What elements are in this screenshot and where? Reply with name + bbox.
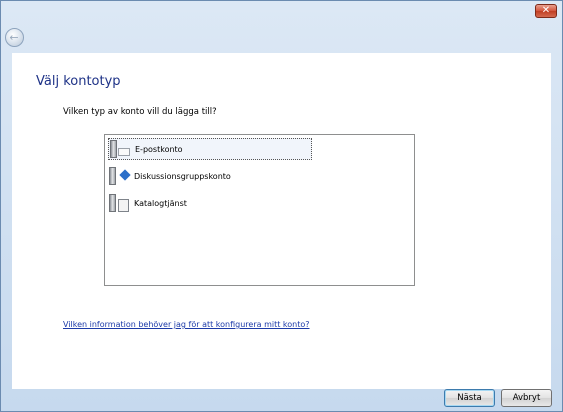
directory-service-icon [108,193,130,213]
close-icon: ✕ [541,5,551,16]
title-bar: ← ✕ [1,1,562,53]
list-item-newsgroup-account[interactable]: Diskussionsgruppskonto [108,165,231,187]
list-item-label: Katalogtjänst [134,198,187,208]
add-account-wizard-window: ← ✕ Välj kontotyp Vilken typ av konto vi… [0,0,563,412]
account-type-list[interactable]: E-postkonto Diskussionsgruppskonto Katal… [104,134,415,286]
email-account-icon [109,139,131,159]
list-item-label: E-postkonto [135,144,183,154]
page-title: Välj kontotyp [36,74,121,89]
account-type-question: Vilken typ av konto vill du lägga till? [63,107,217,117]
cancel-button[interactable]: Avbryt [501,389,552,407]
back-arrow-icon: ← [9,31,19,44]
list-item-label: Diskussionsgruppskonto [134,171,231,181]
button-bar: Nästa Avbryt [1,389,562,411]
help-link[interactable]: Vilken information behöver jag för att k… [63,320,310,329]
wizard-content: Välj kontotyp Vilken typ av konto vill d… [12,53,551,389]
close-button[interactable]: ✕ [535,4,557,18]
next-button[interactable]: Nästa [444,389,495,407]
newsgroup-account-icon [108,166,131,186]
back-button[interactable]: ← [5,28,24,47]
list-item-email-account[interactable]: E-postkonto [108,138,312,160]
list-item-directory-service[interactable]: Katalogtjänst [108,192,187,214]
